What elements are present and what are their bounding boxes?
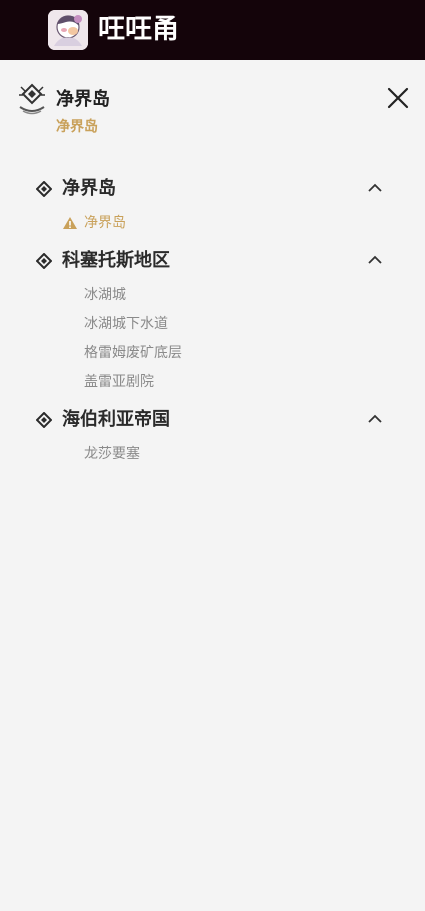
list-item[interactable]: 净界岛: [84, 213, 126, 233]
page-title: 净界岛: [56, 89, 110, 110]
section-header[interactable]: 科塞托斯地区: [0, 247, 425, 277]
section-title[interactable]: 科塞托斯地区: [62, 249, 170, 273]
region-header: 净界岛 净界岛: [0, 60, 425, 150]
page-subtitle[interactable]: 净界岛: [56, 116, 98, 136]
diamond-icon: [36, 181, 52, 197]
chevron-up-icon[interactable]: [366, 181, 384, 195]
chevron-up-icon[interactable]: [366, 412, 384, 426]
list-item[interactable]: 盖雷亚剧院: [84, 372, 154, 392]
list-item[interactable]: 冰湖城下水道: [84, 314, 168, 334]
diamond-icon: [36, 412, 52, 428]
app-logo[interactable]: [48, 10, 88, 50]
warning-triangle-icon: [63, 217, 77, 229]
list-item[interactable]: 格雷姆废矿底层: [84, 343, 182, 363]
section-header[interactable]: 海伯利亚帝国: [0, 406, 425, 436]
top-bar: 㕵㕵甬: [0, 0, 425, 60]
region-compass-icon: [19, 83, 45, 115]
diamond-icon: [36, 253, 52, 269]
section-title[interactable]: 净界岛: [62, 177, 116, 201]
list-item[interactable]: 龙莎要塞: [84, 444, 140, 464]
list-item[interactable]: 冰湖城: [84, 285, 126, 305]
brand-title[interactable]: 㕵㕵甬: [98, 10, 179, 50]
chevron-up-icon[interactable]: [366, 253, 384, 267]
close-icon[interactable]: [385, 85, 411, 111]
section-title[interactable]: 海伯利亚帝国: [62, 408, 170, 432]
section-header[interactable]: 净界岛: [0, 175, 425, 205]
